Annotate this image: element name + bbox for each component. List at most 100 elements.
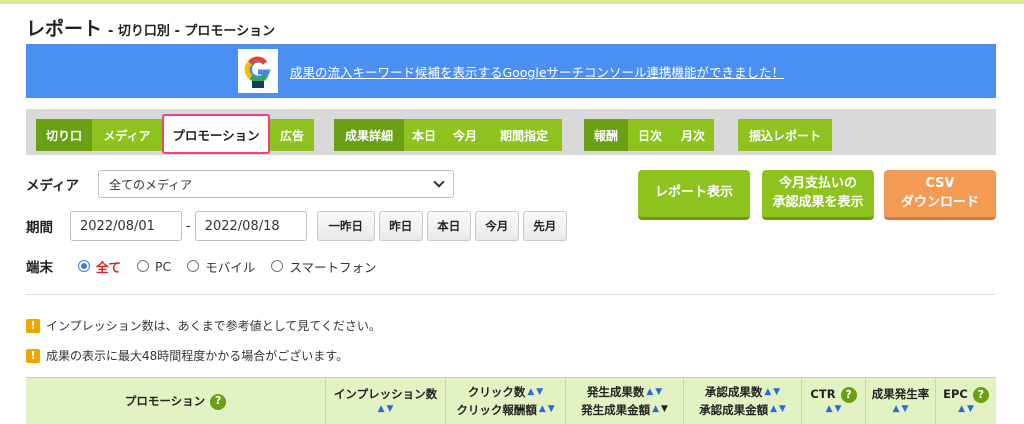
help-icon[interactable]: ?: [972, 386, 989, 403]
yesterday-button[interactable]: 昨日: [378, 211, 423, 241]
section-divider: [26, 294, 996, 295]
date-separator: -: [186, 218, 191, 234]
media-select-value: 全てのメディア: [109, 177, 193, 192]
sort-asc-icon[interactable]: ▲: [539, 403, 546, 417]
today-button[interactable]: 本日: [426, 211, 471, 241]
tab-transfer-report[interactable]: 振込レポート: [738, 119, 832, 151]
sort-desc-icon[interactable]: ▼: [835, 403, 842, 417]
sort-asc-icon[interactable]: ▲: [893, 403, 900, 417]
device-radio-all-label: 全て: [96, 259, 122, 275]
sort-asc-icon[interactable]: ▲: [826, 403, 833, 417]
device-radio-pc[interactable]: PC: [137, 259, 171, 274]
th-generated-amount-label: 発生成果金額: [581, 402, 651, 417]
th-epc-label: EPC: [943, 387, 968, 402]
notice-delay: ! 成果の表示に最大48時間程度かかる場合がございます。: [26, 347, 348, 364]
tab-monthly[interactable]: 月次: [672, 119, 714, 151]
show-approved-line2: 承認成果を表示: [772, 194, 864, 210]
reward-tab-group: 報酬 日次 月次: [584, 119, 714, 151]
media-select[interactable]: 全てのメディア: [98, 170, 454, 198]
th-approved-label: 承認成果数: [704, 385, 763, 400]
report-table-header: プロモーション ? インプレッション数 ▲ ▼ クリック数 ▲ ▼ クリック報酬…: [26, 377, 996, 424]
sort-asc-icon[interactable]: ▲: [770, 403, 777, 417]
tab-ads[interactable]: 広告: [270, 119, 314, 151]
th-click-reward-label: クリック報酬額: [456, 402, 537, 417]
media-filter-row: メディア 全てのメディア: [26, 170, 454, 198]
device-radio-mobile[interactable]: モバイル: [187, 257, 255, 276]
sort-desc-icon[interactable]: ▼: [967, 403, 974, 417]
th-clicks: クリック数 ▲ ▼ クリック報酬額 ▲ ▼: [446, 378, 566, 424]
show-approved-button[interactable]: 今月支払いの 承認成果を表示: [762, 170, 874, 220]
notice-impressions: ! インプレッション数は、あくまで参考値として見てください。: [26, 317, 381, 334]
csv-download-line1: CSV: [925, 175, 955, 191]
warning-icon: !: [26, 348, 40, 363]
notice-delay-text: 成果の表示に最大48時間程度かかる場合がございます。: [46, 349, 349, 363]
sort-desc-icon[interactable]: ▼: [548, 403, 555, 417]
th-approved: 承認成果数 ▲ ▼ 承認成果金額 ▲ ▼: [684, 378, 802, 424]
sort-asc-icon[interactable]: ▲: [652, 403, 659, 417]
dimension-tab-group: 切り口 メディア プロモーション 広告: [36, 114, 314, 154]
help-icon[interactable]: ?: [840, 386, 857, 403]
th-promotion-label: プロモーション: [124, 393, 206, 408]
period-label: 期間: [26, 220, 53, 236]
csv-download-line2: ダウンロード: [900, 194, 979, 210]
radio-selected-icon: [78, 260, 90, 272]
sort-asc-icon[interactable]: ▲: [527, 386, 534, 400]
sort-desc-icon[interactable]: ▼: [773, 386, 780, 400]
tab-media[interactable]: メディア: [92, 119, 162, 151]
th-clicks-label: クリック数: [467, 385, 526, 400]
chevron-down-icon: [433, 176, 445, 188]
date-to-input[interactable]: 2022/08/18: [194, 211, 307, 241]
help-icon[interactable]: ?: [210, 393, 227, 410]
csv-download-button[interactable]: CSV ダウンロード: [884, 170, 996, 220]
this-month-button[interactable]: 今月: [474, 211, 519, 241]
google-logo-icon: [237, 49, 278, 93]
period-filter-row: 期間 2022/08/01 - 2022/08/18 一昨日 昨日 本日 今月 …: [26, 211, 567, 241]
last-month-button[interactable]: 先月: [522, 211, 567, 241]
show-approved-line1: 今月支払いの: [778, 175, 857, 191]
sort-desc-icon[interactable]: ▼: [387, 403, 394, 417]
th-impressions: インプレッション数 ▲ ▼: [326, 378, 446, 424]
announcement-banner[interactable]: 成果の流入キーワード候補を表示するGoogleサーチコンソール連携機能ができまし…: [26, 44, 996, 98]
th-epc: EPC ? ▲ ▼: [936, 378, 996, 424]
tab-reward[interactable]: 報酬: [584, 119, 628, 151]
tab-promotion[interactable]: プロモーション: [162, 114, 270, 154]
show-report-button[interactable]: レポート表示: [638, 170, 750, 220]
top-accent-strip: [0, 0, 1024, 4]
tab-period[interactable]: 期間指定: [486, 119, 562, 151]
sort-desc-active-icon[interactable]: ▼: [661, 403, 668, 417]
metric-tab-group: 成果詳細 本日 今月 期間指定: [334, 119, 562, 151]
sort-asc-icon[interactable]: ▲: [646, 386, 653, 400]
tab-this-month[interactable]: 今月: [444, 119, 486, 151]
device-radio-all[interactable]: 全て: [78, 257, 121, 276]
sort-asc-icon[interactable]: ▲: [764, 386, 771, 400]
tab-daily[interactable]: 日次: [628, 119, 672, 151]
page-title: レポート - 切り口別 - プロモーション: [26, 14, 275, 44]
device-radio-smartphone-label: スマートフォン: [289, 259, 377, 275]
banner-link[interactable]: 成果の流入キーワード候補を表示するGoogleサーチコンソール連携機能ができまし…: [290, 62, 784, 81]
radio-icon: [271, 260, 284, 272]
sort-desc-icon[interactable]: ▼: [779, 403, 786, 417]
day-before-yesterday-button[interactable]: 一昨日: [316, 211, 375, 241]
th-impressions-label: インプレッション数: [333, 387, 438, 402]
device-radio-smartphone[interactable]: スマートフォン: [271, 257, 376, 276]
media-label: メディア: [26, 178, 80, 194]
th-ctr: CTR ? ▲ ▼: [802, 378, 866, 424]
th-promotion: プロモーション ?: [26, 378, 326, 424]
date-from-input[interactable]: 2022/08/01: [70, 211, 182, 241]
tab-result-detail[interactable]: 成果詳細: [334, 119, 404, 151]
page-title-sub: - 切り口別 - プロモーション: [108, 24, 276, 39]
sort-asc-icon[interactable]: ▲: [378, 403, 385, 417]
radio-icon: [137, 260, 150, 272]
tab-dimension-header[interactable]: 切り口: [36, 119, 92, 151]
sort-asc-icon[interactable]: ▲: [958, 403, 965, 417]
warning-icon: !: [26, 318, 40, 333]
th-generated-label: 発生成果数: [586, 385, 645, 400]
sort-desc-icon[interactable]: ▼: [902, 403, 909, 417]
sort-desc-icon[interactable]: ▼: [655, 386, 662, 400]
th-generated: 発生成果数 ▲ ▼ 発生成果金額 ▲ ▼: [566, 378, 684, 424]
th-approved-amount-label: 承認成果金額: [699, 402, 769, 417]
page-title-main: レポート: [26, 18, 103, 40]
device-filter-row: 端末 全て PC モバイル スマートフォン: [26, 256, 392, 277]
sort-desc-icon[interactable]: ▼: [536, 386, 543, 400]
tab-today[interactable]: 本日: [404, 119, 444, 151]
